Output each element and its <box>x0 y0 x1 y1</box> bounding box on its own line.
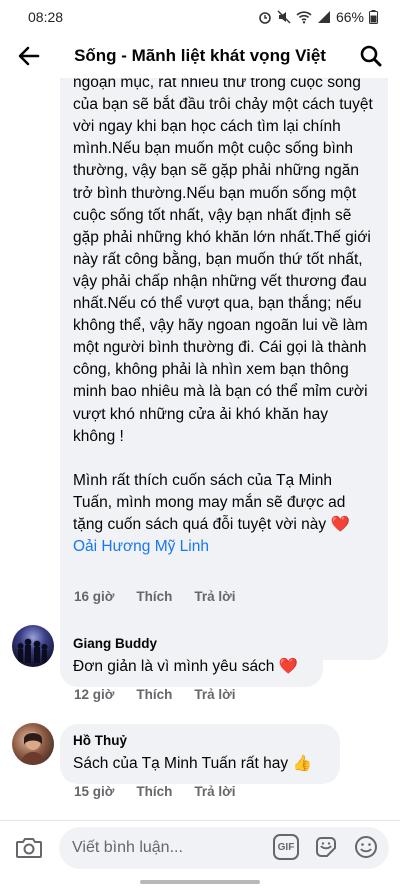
smiley-icon[interactable] <box>353 834 379 860</box>
comment-time: 12 giờ <box>74 687 115 702</box>
battery-icon <box>369 10 378 24</box>
comment-input[interactable] <box>72 839 252 857</box>
main-comment-paragraph-2-text: Mình rất thích cuốn sách của Tạ Minh Tuấ… <box>73 471 346 533</box>
signal-icon <box>317 11 330 23</box>
like-button[interactable]: Thích <box>136 687 172 702</box>
status-time: 08:28 <box>28 9 64 25</box>
comment-time: 16 giờ <box>74 589 115 604</box>
main-comment-paragraph-1: độ cốt lõi sẽ giải phóng bạn một cách ng… <box>73 78 373 445</box>
comment-composer: GIF <box>0 820 400 874</box>
comment-text-content: Đơn giản là vì mình yêu sách <box>73 658 275 675</box>
status-icons: 66% <box>258 9 378 25</box>
reply-button[interactable]: Trả lời <box>194 784 235 799</box>
composer-icons: GIF <box>273 834 379 860</box>
comments-list: độ cốt lõi sẽ giải phóng bạn một cách ng… <box>0 78 400 820</box>
reply-button[interactable]: Trả lời <box>194 589 235 604</box>
like-button[interactable]: Thích <box>136 589 172 604</box>
avatar[interactable] <box>12 625 54 667</box>
mention-link[interactable]: Oải Hương Mỹ Linh <box>73 536 374 558</box>
arrow-left-icon <box>18 46 40 66</box>
comment-bubble[interactable]: Hồ Thuỷ Sách của Tạ Minh Tuấn rất hay 👍 <box>60 724 340 784</box>
reply-button[interactable]: Trả lời <box>194 687 235 702</box>
like-button[interactable]: Thích <box>136 784 172 799</box>
comment-text: Đơn giản là vì mình yêu sách ❤️ <box>73 656 311 678</box>
heart-emoji: ❤️ <box>330 515 350 533</box>
avatar[interactable] <box>12 723 54 765</box>
comment-text-content: Sách của Tạ Minh Tuấn rất hay <box>73 755 289 772</box>
page-title: Sống - Mãnh liệt khát vọng Việt <box>74 46 326 65</box>
wifi-icon <box>296 11 312 24</box>
alarm-icon <box>259 12 271 24</box>
comment-bubble[interactable]: Giang Buddy Đơn giản là vì mình yêu sách… <box>60 627 323 687</box>
app-header: Sống - Mãnh liệt khát vọng Việt <box>0 34 400 78</box>
mute-icon <box>277 10 291 24</box>
comment-text: Sách của Tạ Minh Tuấn rất hay 👍 <box>73 753 328 775</box>
status-bar: 08:28 66% <box>0 0 400 34</box>
main-comment-bubble[interactable]: độ cốt lõi sẽ giải phóng bạn một cách ng… <box>60 78 388 660</box>
back-button[interactable] <box>0 34 58 78</box>
search-button[interactable] <box>342 34 400 78</box>
comment-author[interactable]: Hồ Thuỷ <box>73 732 328 749</box>
comment-time: 15 giờ <box>74 784 115 799</box>
heart-emoji: ❤️ <box>278 658 299 675</box>
main-comment-paragraph-2: Mình rất thích cuốn sách của Tạ Minh Tuấ… <box>73 470 374 536</box>
avatar-image-icon <box>20 732 46 765</box>
comment-actions: 12 giờ Thích Trả lời <box>74 687 258 702</box>
comment-author[interactable]: Giang Buddy <box>73 635 311 652</box>
search-icon <box>360 45 382 67</box>
comment-actions: 15 giờ Thích Trả lời <box>74 784 258 799</box>
thumbs-up-emoji: 👍 <box>292 755 312 772</box>
gif-icon[interactable]: GIF <box>273 834 299 860</box>
sticker-icon[interactable] <box>313 834 339 860</box>
home-indicator[interactable] <box>140 880 260 884</box>
main-comment-actions: 16 giờ Thích Trả lời <box>74 589 258 604</box>
comment-input-container[interactable]: GIF <box>59 827 389 869</box>
camera-icon <box>16 837 42 858</box>
battery-percent: 66% <box>335 9 364 25</box>
camera-button[interactable] <box>0 821 58 875</box>
avatar-image-icon <box>17 638 48 663</box>
